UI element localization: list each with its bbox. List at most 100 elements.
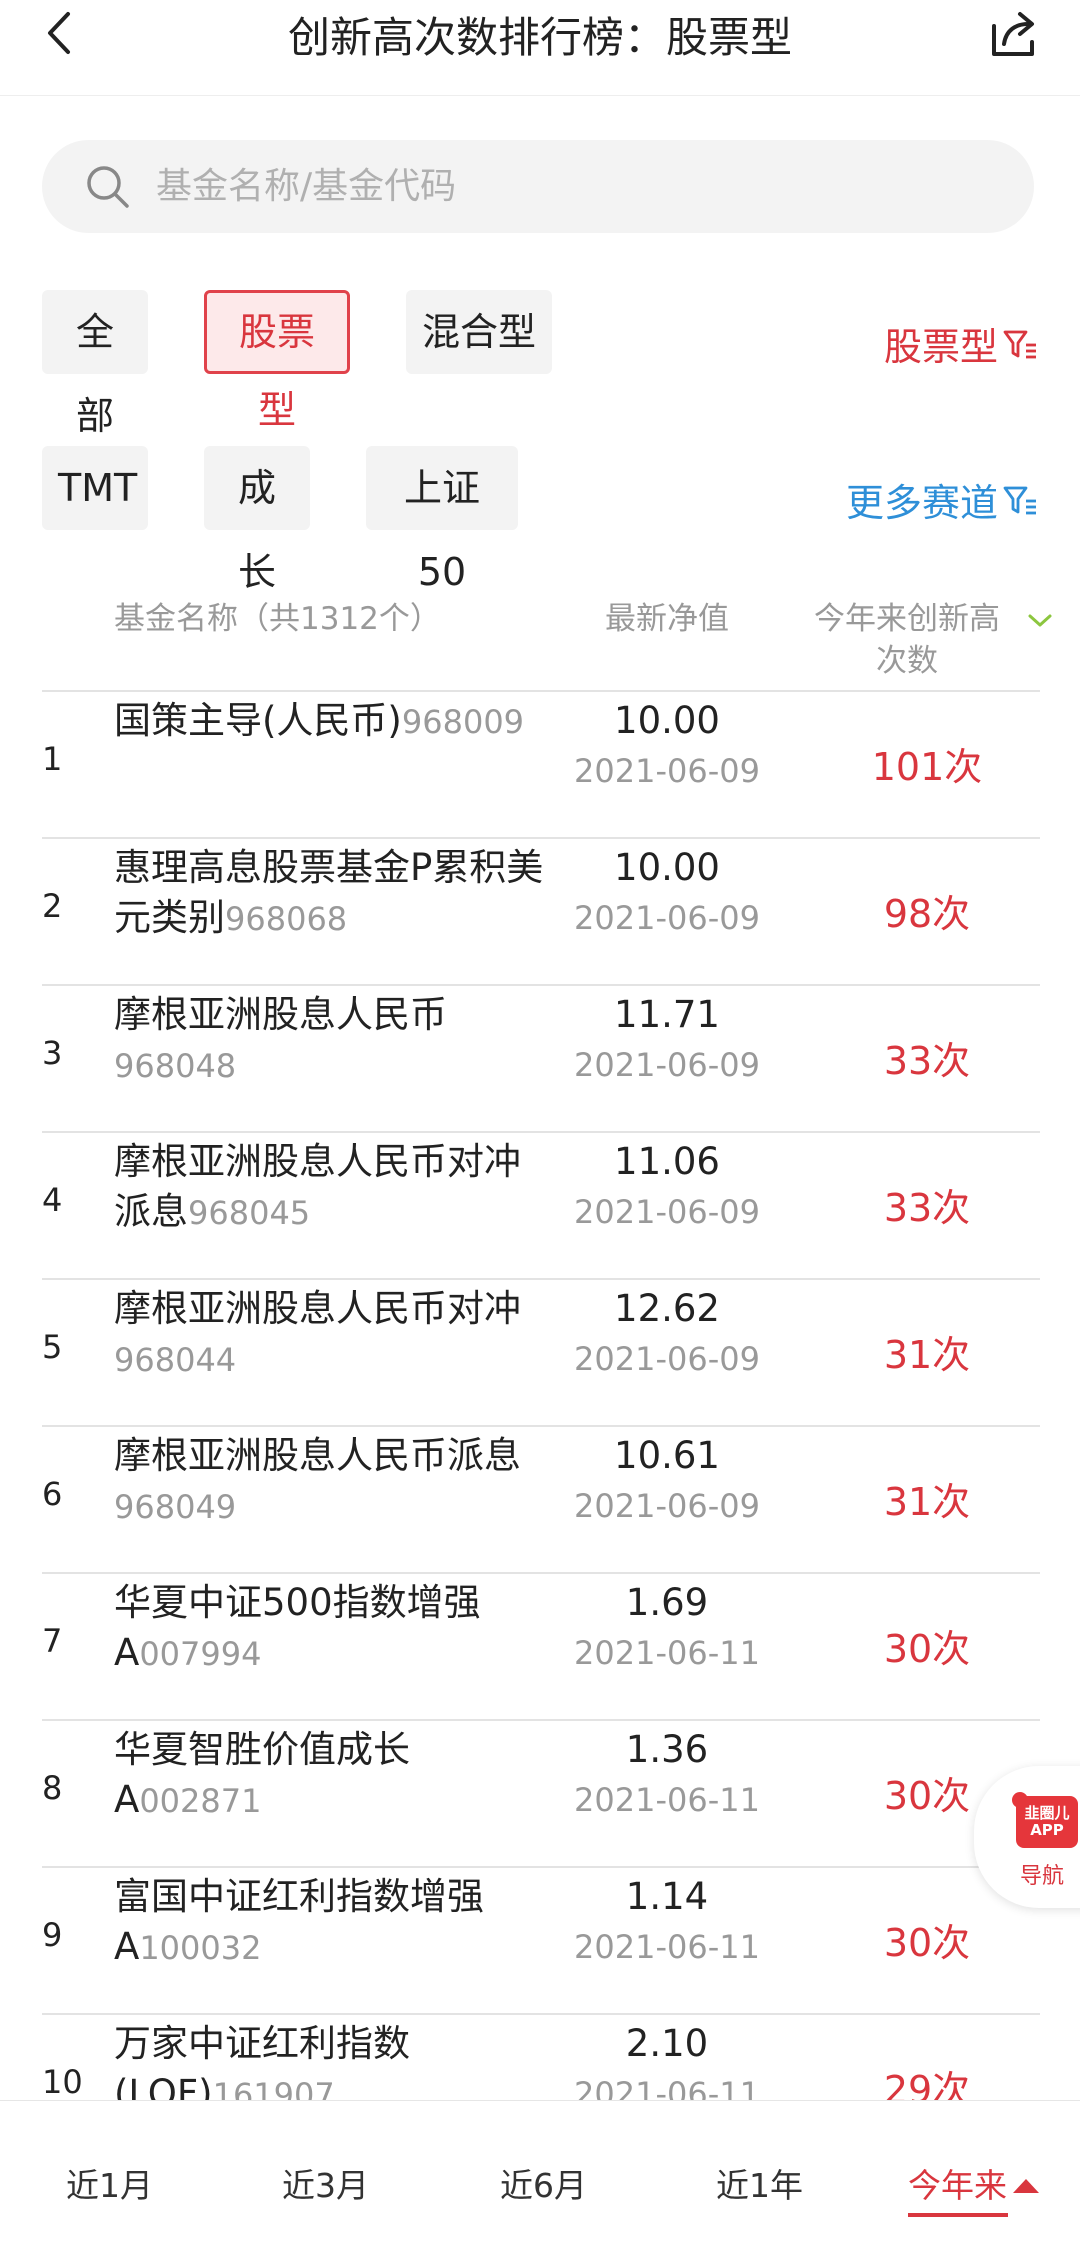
column-header-name: 基金名称（共1312个） [114,601,441,637]
filter-chip-mixed[interactable]: 混合型 [406,290,552,374]
fund-new-high-count: 33次 [883,1039,971,1083]
page-title: 创新高次数排行榜：股票型 [287,13,792,62]
table-row[interactable]: 8 华夏智胜价值成长A002871 1.36 2021-06-11 30次 [42,1721,1040,1868]
fund-new-high-count: 29次 [883,2068,971,2100]
fund-code: 968049 [114,1488,237,1526]
fund-name: 摩根亚洲股息人民币对冲 [114,1287,521,1330]
table-row[interactable]: 5 摩根亚洲股息人民币对冲 968044 12.62 2021-06-09 31次 [42,1280,1040,1427]
fund-name: 国策主导(人民币) [114,699,402,742]
fund-code: 100032 [139,1929,262,1967]
fund-name-block: 惠理高息股票基金P累积美元类别968068 [114,843,544,944]
fund-rank: 2 [42,887,63,925]
fund-name-block: 摩根亚洲股息人民币派息 968049 [114,1431,544,1532]
fund-nav: 12.62 [614,1287,720,1330]
filter-chip-stock[interactable]: 股票型 [204,290,350,432]
more-tracks-filter[interactable]: 更多赛道 [846,472,1038,527]
fund-nav-date: 2021-06-11 [574,1928,760,1966]
search-bar [42,140,1034,233]
fund-nav: 1.14 [625,1875,709,1918]
filter-icon [1003,486,1037,514]
fund-nav-date: 2021-06-11 [574,2075,760,2100]
table-row[interactable]: 6 摩根亚洲股息人民币派息 968049 10.61 2021-06-09 31次 [42,1427,1040,1574]
share-icon [992,12,1034,56]
fund-nav: 1.36 [625,1728,709,1771]
table-row[interactable]: 4 摩根亚洲股息人民币对冲派息968045 11.06 2021-06-09 33次 [42,1133,1040,1280]
active-tab-indicator [908,2213,1008,2217]
fund-new-high-count: 30次 [883,1921,971,1965]
fund-name-block: 华夏中证500指数增强A007994 [114,1578,544,1679]
fund-nav: 11.71 [614,993,720,1036]
fund-new-high-count: 31次 [883,1480,971,1524]
search-input[interactable] [156,154,996,218]
fund-name-block: 摩根亚洲股息人民币对冲派息968045 [114,1137,544,1238]
column-header-count[interactable]: 今年来创新高次数 [812,598,1002,682]
table-row[interactable]: 9 富国中证红利指数增强A100032 1.14 2021-06-11 30次 [42,1868,1040,2015]
tab-1-year[interactable]: 近1年 [716,2159,803,2207]
tab-3-months[interactable]: 近3月 [282,2159,369,2207]
fund-type-filter[interactable]: 股票型 [884,316,1038,371]
fund-name-block: 万家中证红利指数(LOF)161907 [114,2019,544,2100]
fund-nav-date: 2021-06-11 [574,1634,760,1672]
fund-code: 968068 [225,900,348,938]
search-icon [87,166,129,208]
header-bar: 创新高次数排行榜：股票型 [0,0,1080,96]
fund-code: 161907 [212,2076,335,2100]
fund-new-high-count: 33次 [883,1186,971,1230]
tab-year-to-date-label: 今年来 [908,2166,1007,2205]
period-tab-bar: 近1月 近3月 近6月 近1年 今年来 [0,2100,1080,2246]
track-chip-sse50[interactable]: 上证50 [366,446,518,594]
floating-nav-button[interactable]: 韭圈儿 APP 导航 [974,1766,1080,1908]
fund-nav: 11.06 [614,1140,720,1183]
filter-icon [1003,330,1037,358]
fund-nav-date: 2021-06-09 [574,1340,760,1378]
share-button[interactable] [986,6,1042,62]
fund-nav: 2.10 [625,2022,709,2065]
tab-year-to-date[interactable]: 今年来 [908,2159,1039,2207]
sort-up-arrow-icon [1013,2179,1039,2193]
fund-new-high-count: 31次 [883,1333,971,1377]
fund-nav: 1.69 [625,1581,709,1624]
fund-nav: 10.61 [614,1434,720,1477]
tab-6-months[interactable]: 近6月 [500,2159,587,2207]
fund-name-block: 华夏智胜价值成长A002871 [114,1725,544,1826]
sort-descending-icon[interactable] [1024,606,1056,634]
fund-code: 002871 [139,1782,262,1820]
fund-name-block: 国策主导(人民币)968009 [114,696,544,747]
filter-chip-all[interactable]: 全部 [42,290,148,438]
column-header-nav[interactable]: 最新净值 [512,598,822,640]
fund-nav-date: 2021-06-09 [574,1487,760,1525]
fund-new-high-count: 30次 [883,1627,971,1671]
fund-rank: 10 [42,2063,83,2100]
fund-code: 968009 [401,703,525,741]
fund-code: 968048 [114,1047,237,1085]
app-logo-icon: 韭圈儿 APP [1016,1796,1078,1848]
fund-rank: 8 [42,1769,63,1807]
table-row[interactable]: 1 国策主导(人民币)968009 10.00 2021-06-09 101次 [42,692,1040,839]
tab-1-month[interactable]: 近1月 [66,2159,153,2207]
table-row[interactable]: 2 惠理高息股票基金P累积美元类别968068 10.00 2021-06-09 98次 [42,839,1040,986]
track-chip-growth[interactable]: 成长 [204,446,310,594]
fund-name: 摩根亚洲股息人民币 [114,993,447,1036]
fund-code: 968044 [114,1341,237,1379]
fund-nav-date: 2021-06-09 [574,752,760,790]
fund-code: 968045 [188,1194,311,1232]
fund-rank: 5 [42,1328,63,1366]
fund-type-filter-label: 股票型 [884,325,999,369]
fund-rank: 9 [42,1916,63,1954]
fund-name-block: 摩根亚洲股息人民币对冲 968044 [114,1284,544,1385]
fund-nav: 10.00 [614,699,720,742]
fund-code: 007994 [139,1635,262,1673]
fund-name: 摩根亚洲股息人民币派息 [114,1434,521,1477]
fund-rank: 4 [42,1181,63,1219]
fund-nav-date: 2021-06-09 [574,1046,760,1084]
fund-name: 摩根亚洲股息人民币对冲派息 [114,1140,521,1233]
floating-nav-label: 导航 [1020,1864,1065,1889]
table-row[interactable]: 7 华夏中证500指数增强A007994 1.69 2021-06-11 30次 [42,1574,1040,1721]
fund-rank: 3 [42,1034,63,1072]
track-chip-tmt[interactable]: TMT [42,446,148,530]
fund-rank: 6 [42,1475,63,1513]
table-row[interactable]: 10 万家中证红利指数(LOF)161907 2.10 2021-06-11 29次 [42,2015,1040,2100]
table-row[interactable]: 3 摩根亚洲股息人民币 968048 11.71 2021-06-09 33次 [42,986,1040,1133]
fund-ranking-table: 1 国策主导(人民币)968009 10.00 2021-06-09 101次 2 惠理高息… [42,690,1040,2100]
fund-rank: 1 [42,740,63,778]
